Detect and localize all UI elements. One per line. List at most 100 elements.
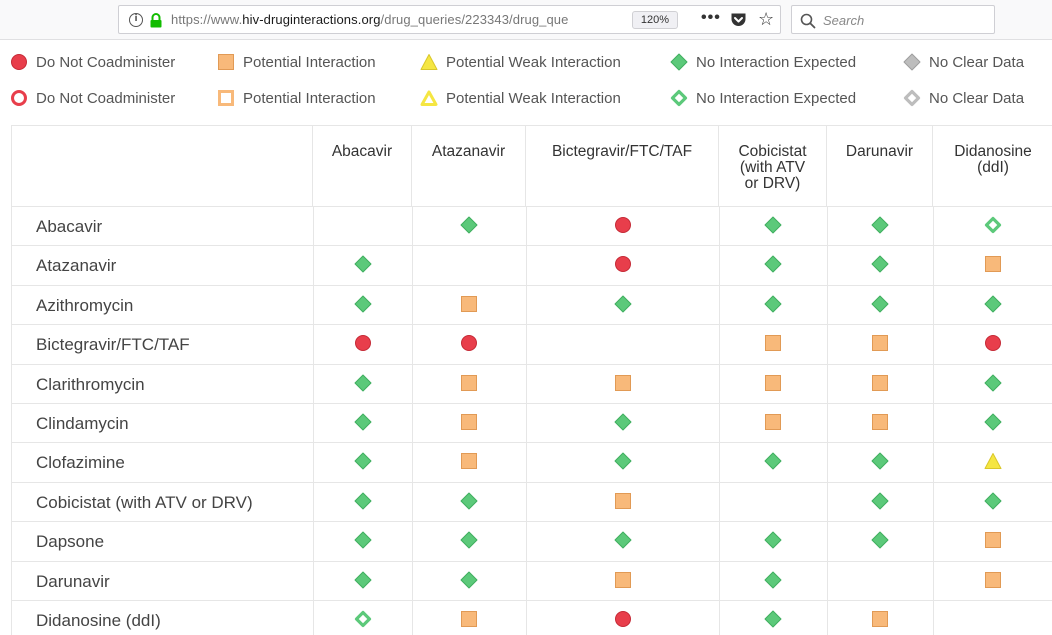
row-label[interactable]: Abacavir — [36, 217, 102, 237]
orange-square-icon[interactable] — [764, 334, 782, 352]
url-text[interactable]: https://www.hiv-druginteractions.org/dru… — [171, 12, 568, 27]
orange-square-icon[interactable] — [460, 452, 478, 470]
orange-square-icon[interactable] — [460, 374, 478, 392]
green-diamond-icon[interactable] — [764, 452, 782, 470]
green-diamond-icon[interactable] — [984, 492, 1002, 510]
zoom-indicator[interactable]: 120% — [632, 11, 678, 29]
orange-square-outline-icon — [217, 89, 235, 107]
green-diamond-icon[interactable] — [764, 216, 782, 234]
yellow-triangle-icon[interactable] — [984, 452, 1002, 470]
column-header[interactable]: Abacavir — [313, 126, 412, 206]
lock-icon[interactable] — [149, 13, 163, 28]
orange-square-icon[interactable] — [871, 610, 889, 628]
green-diamond-icon[interactable] — [984, 295, 1002, 313]
orange-square-icon[interactable] — [460, 295, 478, 313]
search-placeholder: Search — [823, 13, 865, 28]
green-diamond-icon[interactable] — [764, 610, 782, 628]
row-label[interactable]: Clofazimine — [36, 453, 125, 473]
green-diamond-icon[interactable] — [614, 413, 632, 431]
green-diamond-icon[interactable] — [460, 216, 478, 234]
green-diamond-icon — [670, 53, 688, 71]
pocket-icon[interactable] — [730, 12, 747, 28]
orange-square-icon[interactable] — [984, 531, 1002, 549]
address-bar[interactable]: i https://www.hiv-druginteractions.org/d… — [118, 5, 781, 34]
green-diamond-icon[interactable] — [354, 413, 372, 431]
green-diamond-icon[interactable] — [871, 216, 889, 234]
green-diamond-icon[interactable] — [354, 255, 372, 273]
orange-square-icon[interactable] — [764, 374, 782, 392]
green-diamond-icon[interactable] — [871, 295, 889, 313]
row-label[interactable]: Atazanavir — [36, 256, 116, 276]
row-label[interactable]: Cobicistat (with ATV or DRV) — [36, 493, 253, 513]
red-circle-icon[interactable] — [614, 216, 632, 234]
orange-square-icon[interactable] — [460, 413, 478, 431]
green-diamond-icon[interactable] — [460, 492, 478, 510]
red-circle-icon[interactable] — [354, 334, 372, 352]
legend-item-4: No Interaction Expected — [670, 51, 856, 73]
green-diamond-outline-icon[interactable] — [354, 610, 372, 628]
legend-item-3: Potential Weak Interaction — [420, 87, 621, 109]
orange-square-icon[interactable] — [614, 374, 632, 392]
row-label[interactable]: Darunavir — [36, 572, 110, 592]
green-diamond-icon[interactable] — [871, 255, 889, 273]
column-header[interactable]: Didanosine (ddI) — [933, 126, 1052, 206]
orange-square-icon[interactable] — [984, 571, 1002, 589]
legend-label: Potential Interaction — [243, 89, 376, 107]
row-label[interactable]: Bictegravir/FTC/TAF — [36, 335, 190, 355]
red-circle-icon[interactable] — [984, 334, 1002, 352]
green-diamond-icon[interactable] — [764, 531, 782, 549]
green-diamond-icon[interactable] — [460, 531, 478, 549]
search-bar[interactable]: Search — [791, 5, 995, 34]
green-diamond-icon[interactable] — [764, 295, 782, 313]
orange-square-icon[interactable] — [460, 610, 478, 628]
red-circle-icon[interactable] — [614, 610, 632, 628]
green-diamond-icon[interactable] — [354, 571, 372, 589]
green-diamond-icon[interactable] — [614, 295, 632, 313]
column-header[interactable]: Bictegravir/FTC/TAF — [526, 126, 719, 206]
orange-square-icon[interactable] — [614, 571, 632, 589]
green-diamond-icon[interactable] — [354, 374, 372, 392]
green-diamond-icon[interactable] — [984, 374, 1002, 392]
row-label[interactable]: Clindamycin — [36, 414, 129, 434]
column-divider — [827, 206, 828, 635]
green-diamond-icon[interactable] — [871, 452, 889, 470]
row-label[interactable]: Clarithromycin — [36, 375, 145, 395]
bookmark-star-icon[interactable]: ☆ — [758, 9, 774, 30]
row-divider — [12, 403, 1052, 404]
column-header[interactable]: Atazanavir — [412, 126, 526, 206]
interaction-grid: Abacavir Atazanavir Bictegravir/FTC/TAF Cob… — [11, 125, 1052, 635]
orange-square-icon[interactable] — [871, 413, 889, 431]
info-icon[interactable]: i — [129, 13, 143, 27]
orange-square-icon[interactable] — [984, 255, 1002, 273]
green-diamond-icon[interactable] — [354, 492, 372, 510]
column-header[interactable]: Darunavir — [827, 126, 933, 206]
green-diamond-outline-icon — [670, 89, 688, 107]
row-label[interactable]: Didanosine (ddI) — [36, 611, 161, 631]
green-diamond-icon[interactable] — [354, 295, 372, 313]
orange-square-icon[interactable] — [764, 413, 782, 431]
green-diamond-icon[interactable] — [614, 452, 632, 470]
green-diamond-icon[interactable] — [984, 413, 1002, 431]
green-diamond-icon[interactable] — [871, 492, 889, 510]
column-header[interactable]: Cobicistat (with ATV or DRV) — [719, 126, 827, 206]
red-circle-icon[interactable] — [460, 334, 478, 352]
red-circle-icon[interactable] — [614, 255, 632, 273]
orange-square-icon[interactable] — [871, 374, 889, 392]
green-diamond-icon[interactable] — [354, 452, 372, 470]
row-divider — [12, 245, 1052, 247]
green-diamond-icon[interactable] — [354, 531, 372, 549]
page-actions-menu-icon[interactable]: ••• — [701, 9, 721, 27]
orange-square-icon[interactable] — [871, 334, 889, 352]
green-diamond-icon[interactable] — [871, 531, 889, 549]
search-icon — [800, 13, 816, 29]
column-divider — [933, 206, 934, 635]
orange-square-icon[interactable] — [614, 492, 632, 510]
row-label[interactable]: Azithromycin — [36, 296, 133, 316]
green-diamond-icon[interactable] — [764, 571, 782, 589]
green-diamond-icon[interactable] — [614, 531, 632, 549]
green-diamond-icon[interactable] — [460, 571, 478, 589]
row-label[interactable]: Dapsone — [36, 532, 104, 552]
green-diamond-icon[interactable] — [764, 255, 782, 273]
green-diamond-outline-icon[interactable] — [984, 216, 1002, 234]
column-divider — [526, 206, 527, 635]
